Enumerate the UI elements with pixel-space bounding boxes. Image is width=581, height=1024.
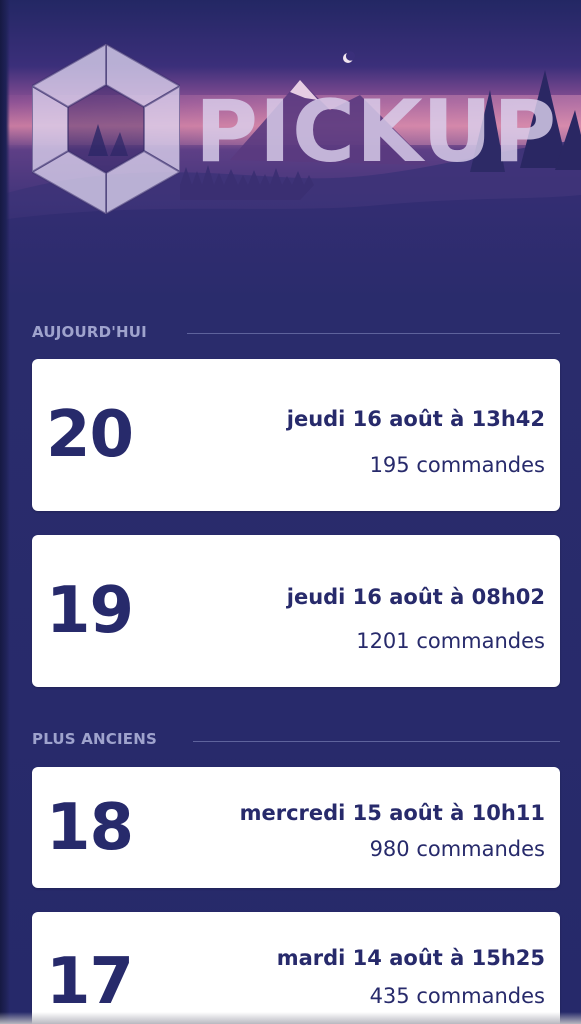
card-order-count: 1201 commandes (356, 629, 545, 653)
section-divider-today (187, 333, 560, 334)
section-label-older: PLUS ANCIENS (32, 730, 157, 748)
brand-title: PICKUP (195, 82, 558, 182)
card-date: jeudi 16 août à 08h02 (286, 585, 545, 609)
section-label-today: AUJOURD'HUI (32, 323, 147, 341)
card-order-count: 195 commandes (369, 453, 545, 477)
card-number: 19 (46, 574, 134, 648)
order-card-17[interactable]: 17 mardi 14 août à 15h25 435 commandes (32, 912, 560, 1024)
card-order-count: 980 commandes (369, 837, 545, 861)
card-number: 20 (46, 398, 134, 472)
card-order-count: 435 commandes (369, 984, 545, 1008)
section-divider-older (193, 741, 560, 742)
card-date: mardi 14 août à 15h25 (276, 946, 545, 970)
left-edge-shadow (0, 0, 10, 1024)
card-number: 17 (46, 945, 134, 1019)
hexagon-logo-icon (29, 42, 183, 216)
order-card-18[interactable]: 18 mercredi 15 août à 10h11 980 commande… (32, 767, 560, 888)
order-card-20[interactable]: 20 jeudi 16 août à 13h42 195 commandes (32, 359, 560, 511)
order-card-19[interactable]: 19 jeudi 16 août à 08h02 1201 commandes (32, 535, 560, 687)
bottom-edge (0, 1012, 581, 1024)
card-number: 18 (46, 790, 134, 865)
card-date: mercredi 15 août à 10h11 (239, 801, 545, 825)
app-screen: PICKUP AUJOURD'HUI 20 jeudi 16 août à 13… (0, 0, 581, 1024)
card-date: jeudi 16 août à 13h42 (286, 407, 545, 431)
